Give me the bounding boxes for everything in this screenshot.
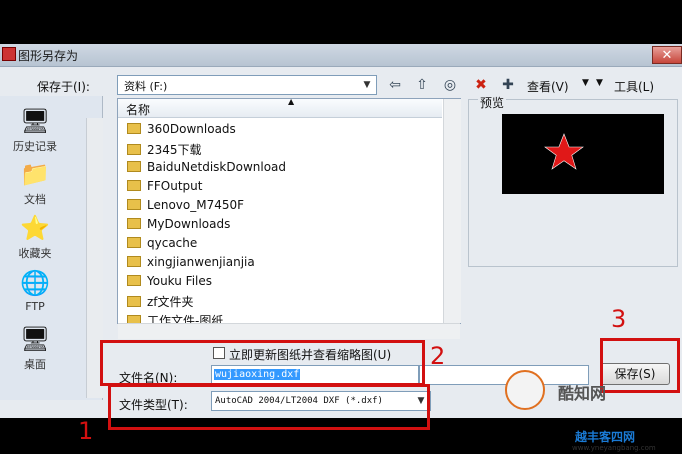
view-menu[interactable]: 查看(V) bbox=[527, 78, 569, 95]
folder-row[interactable]: xingjianwenjianjia bbox=[127, 255, 255, 274]
documents-icon: 📁 bbox=[20, 160, 50, 188]
watermark-logo-icon bbox=[505, 370, 545, 410]
tools-dropdown-icon[interactable]: ▼ bbox=[596, 78, 603, 88]
up-folder-icon[interactable]: ⇧ bbox=[413, 76, 431, 94]
folder-icon bbox=[127, 218, 141, 229]
name-column-header[interactable]: 名称 ▲ bbox=[118, 97, 442, 118]
folder-icon bbox=[127, 296, 141, 307]
chevron-down-icon[interactable]: ▼ bbox=[360, 78, 374, 92]
close-button[interactable]: ✕ bbox=[652, 46, 682, 64]
save-in-dropdown[interactable]: 资料 (F:) ▼ bbox=[117, 75, 377, 95]
favorites-icon: ⭐ bbox=[20, 214, 50, 242]
place-ftp[interactable]: 🌐 FTP bbox=[0, 268, 70, 313]
view-dropdown-icon[interactable]: ▼ bbox=[582, 78, 589, 88]
folder-icon bbox=[127, 123, 141, 134]
annotation-box-3 bbox=[600, 338, 680, 393]
folder-row[interactable]: zf文件夹 bbox=[127, 293, 194, 312]
history-icon: 🖥 bbox=[20, 107, 51, 135]
folder-row[interactable]: qycache bbox=[127, 236, 197, 255]
folder-row[interactable]: FFOutput bbox=[127, 179, 203, 198]
preview-thumbnail bbox=[502, 114, 664, 194]
folder-icon bbox=[127, 315, 141, 323]
file-list-vertical-scrollbar[interactable] bbox=[443, 99, 461, 323]
preview-label: 预览 bbox=[478, 94, 507, 111]
sort-ascending-icon: ▲ bbox=[288, 97, 295, 106]
folder-row[interactable]: Youku Files bbox=[127, 274, 212, 293]
dialog-title: 图形另存为 bbox=[18, 49, 79, 63]
annotation-number-1: 1 bbox=[78, 417, 94, 445]
title-bar bbox=[0, 44, 682, 67]
star-icon bbox=[544, 133, 584, 170]
save-in-label: 保存于(I): bbox=[37, 80, 90, 94]
tools-menu[interactable]: 工具(L) bbox=[614, 78, 654, 95]
folder-icon bbox=[127, 237, 141, 248]
folder-icon bbox=[127, 275, 141, 286]
app-icon bbox=[2, 47, 16, 61]
place-history[interactable]: 🖥 历史记录 bbox=[0, 106, 70, 154]
place-documents[interactable]: 📁 文档 bbox=[0, 159, 70, 207]
folder-row[interactable]: MyDownloads bbox=[127, 217, 230, 236]
back-icon[interactable]: ⇦ bbox=[386, 76, 404, 94]
folder-icon bbox=[127, 144, 141, 155]
annotation-box-1 bbox=[108, 384, 430, 430]
watermark-url: www.yneyangbang.com bbox=[572, 444, 656, 452]
annotation-box-2 bbox=[100, 340, 425, 386]
place-favorites[interactable]: ⭐ 收藏夹 bbox=[0, 213, 70, 261]
folder-icon bbox=[127, 199, 141, 210]
folder-row[interactable]: 360Downloads bbox=[127, 122, 236, 141]
folder-row[interactable]: 工作文件-图纸 bbox=[127, 312, 223, 323]
save-in-value: 资料 (F:) bbox=[124, 80, 168, 93]
folder-row[interactable]: 2345下载 bbox=[127, 141, 202, 160]
folder-row[interactable]: Lenovo_M7450F bbox=[127, 198, 244, 217]
place-desktop[interactable]: 🖥 桌面 bbox=[0, 324, 70, 372]
folder-icon bbox=[127, 180, 141, 191]
watermark-sub: 越丰客四网 bbox=[575, 430, 636, 444]
file-list-horizontal-scrollbar[interactable] bbox=[118, 323, 460, 339]
new-folder-icon[interactable]: ✚ bbox=[499, 76, 517, 94]
watermark-brand: 酷知网 bbox=[558, 384, 607, 403]
ftp-icon: 🌐 bbox=[20, 269, 50, 297]
desktop-icon: 🖥 bbox=[20, 325, 51, 353]
delete-icon[interactable]: ✖ bbox=[472, 76, 490, 94]
folder-icon bbox=[127, 256, 141, 267]
annotation-number-2: 2 bbox=[430, 342, 446, 370]
search-web-icon[interactable]: ◎ bbox=[441, 76, 459, 94]
folder-icon bbox=[127, 161, 141, 172]
folder-row[interactable]: BaiduNetdiskDownload bbox=[127, 160, 286, 179]
annotation-number-3: 3 bbox=[611, 305, 627, 333]
